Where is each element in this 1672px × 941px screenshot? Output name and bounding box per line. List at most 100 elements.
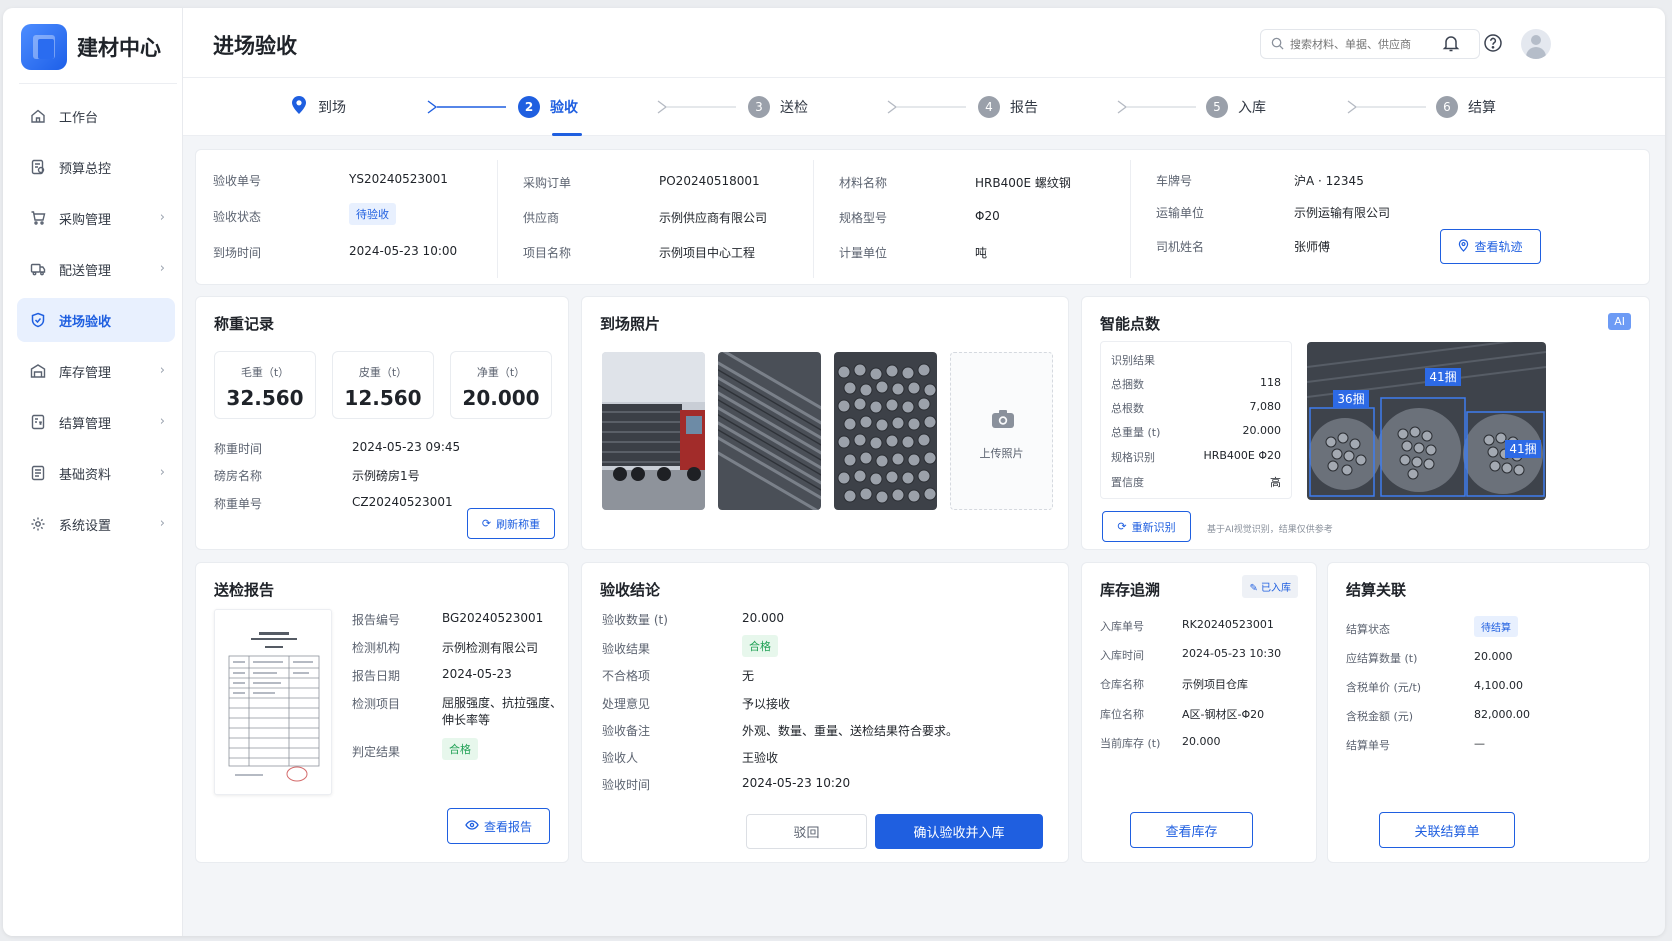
ai-badge: AI <box>1608 313 1631 330</box>
card-title: 结算关联 <box>1346 581 1407 599</box>
field-label: 验收状态 <box>213 210 262 224</box>
step-warehousing[interactable]: 5 入库 <box>1206 78 1266 136</box>
acceptance-remark: 外观、数量、重量、送检结果符合要求。 <box>742 724 959 738</box>
field-label: 称重时间 <box>214 442 263 456</box>
step-report[interactable]: 4 报告 <box>978 78 1038 136</box>
field-label: 计量单位 <box>839 246 888 260</box>
step-connector <box>1347 100 1426 114</box>
bundle-label: 41捆 <box>1429 370 1456 384</box>
field-label: 报告编号 <box>352 613 401 627</box>
sidebar-item-label: 系统设置 <box>59 518 112 534</box>
spec-model: Φ20 <box>975 209 1000 223</box>
button-label: 驳回 <box>793 826 820 841</box>
sidebar: 建材中心 工作台 预算总控 采购管理 › 配送管理 › 进场验收 库存管理 › … <box>3 8 183 936</box>
confidence: 高 <box>1270 476 1281 489</box>
step-acceptance[interactable]: 2 验收 <box>518 78 582 136</box>
chevron-right-icon: › <box>159 363 165 378</box>
warehouse-name: 示例项目仓库 <box>1182 678 1248 691</box>
tare-weight-box: 皮重（t） 12.560 <box>332 351 434 419</box>
step-number: 2 <box>518 96 540 118</box>
weigh-time: 2024-05-23 09:45 <box>352 440 461 454</box>
link-settlement-button[interactable]: 关联结算单 <box>1379 812 1515 848</box>
sidebar-item-acceptance[interactable]: 进场验收 <box>17 298 175 342</box>
truck-photo[interactable] <box>602 352 705 510</box>
card-title: 送检报告 <box>214 581 275 599</box>
sidebar-divider <box>19 83 177 84</box>
location-name: A区-钢材区-Φ20 <box>1182 708 1265 721</box>
warehouse-icon <box>29 362 47 380</box>
refresh-weight-button[interactable]: ⟳ 刷新称重 <box>467 508 555 539</box>
bundle-label: 36捆 <box>1337 392 1364 406</box>
report-thumbnail[interactable] <box>214 609 332 795</box>
view-inventory-button[interactable]: 查看库存 <box>1130 812 1253 848</box>
field-label: 运输单位 <box>1156 206 1205 220</box>
sidebar-item-inventory[interactable]: 库存管理 › <box>17 349 175 393</box>
material-name: HRB400E 螺纹钢 <box>975 176 1071 190</box>
field-label: 验收单号 <box>213 174 262 188</box>
gear-icon <box>29 515 47 533</box>
card-title: 到场照片 <box>600 315 661 333</box>
step-settlement[interactable]: 6 结算 <box>1436 78 1496 136</box>
avatar[interactable] <box>1521 29 1551 59</box>
step-label: 验收 <box>550 100 578 116</box>
app-name: 建材中心 <box>77 36 161 60</box>
sidebar-item-label: 采购管理 <box>59 212 112 228</box>
sidebar-item-label: 配送管理 <box>59 263 112 279</box>
sidebar-item-purchase[interactable]: 采购管理 › <box>17 196 175 240</box>
sidebar-item-budget[interactable]: 预算总控 <box>17 145 175 189</box>
divider <box>813 160 814 278</box>
rod-count: 7,080 <box>1249 400 1282 413</box>
step-inspection[interactable]: 3 送检 <box>748 78 808 136</box>
field-label: 称重单号 <box>214 497 263 511</box>
rebar-photo[interactable] <box>718 352 821 510</box>
field-label: 总捆数 <box>1111 378 1144 391</box>
field-label: 置信度 <box>1111 476 1144 489</box>
app-window: 建材中心 工作台 预算总控 采购管理 › 配送管理 › 进场验收 库存管理 › … <box>3 8 1665 936</box>
inspection-report-card: 送检报告 报告编号 BG20240523001 检测机构 示例检测有限公司 报告… <box>195 562 569 863</box>
step-label: 报告 <box>1010 100 1038 116</box>
field-label: 车牌号 <box>1156 174 1193 188</box>
step-arrival[interactable]: 到场 <box>290 78 346 136</box>
result-badge: 合格 <box>742 635 778 657</box>
upload-label: 上传照片 <box>979 447 1024 460</box>
accepted-quantity: 20.000 <box>742 611 784 625</box>
field-label: 含税单价 (元/t) <box>1346 681 1422 694</box>
sidebar-item-delivery[interactable]: 配送管理 › <box>17 247 175 291</box>
logo: 建材中心 <box>21 24 161 70</box>
bell-icon[interactable] <box>1440 32 1462 54</box>
step-label: 入库 <box>1238 100 1266 116</box>
sidebar-item-settings[interactable]: 系统设置 › <box>17 502 175 546</box>
sidebar-item-master-data[interactable]: 基础资料 › <box>17 451 175 495</box>
inbound-number: RK20240523001 <box>1182 618 1274 631</box>
view-track-button[interactable]: 查看轨迹 <box>1440 229 1541 264</box>
arrival-time: 2024-05-23 10:00 <box>349 244 458 258</box>
upload-photo-button[interactable]: 上传照片 <box>950 352 1053 510</box>
current-stock: 20.000 <box>1182 735 1221 748</box>
sidebar-item-settlement[interactable]: 结算管理 › <box>17 400 175 444</box>
field-label: 检测机构 <box>352 641 401 655</box>
acceptance-time: 2024-05-23 10:20 <box>742 776 851 790</box>
field-label: 检测项目 <box>352 697 401 711</box>
view-report-button[interactable]: 查看报告 <box>447 808 550 844</box>
ai-disclaimer: 基于AI视觉识别，结果仅供参考 <box>1207 525 1333 535</box>
reject-button[interactable]: 驳回 <box>746 814 867 849</box>
field-label: 总根数 <box>1111 402 1144 415</box>
re-recognize-button[interactable]: ⟳ 重新识别 <box>1102 511 1191 542</box>
help-icon[interactable] <box>1482 32 1504 54</box>
arrival-photos-card: 到场照片 上传照片 <box>581 296 1069 550</box>
inventory-trace-card: 库存追溯 ✎ 已入库 入库单号 RK20240523001 入库时间 2024-… <box>1081 562 1317 863</box>
field-label: 结算单号 <box>1346 739 1390 752</box>
confirm-acceptance-button[interactable]: 确认验收并入库 <box>875 814 1043 849</box>
step-label: 到场 <box>318 100 346 116</box>
sidebar-nav: 工作台 预算总控 采购管理 › 配送管理 › 进场验收 库存管理 › 结算管理 … <box>17 94 175 553</box>
search-icon <box>1271 35 1284 54</box>
card-title: 库存追溯 <box>1100 581 1161 599</box>
rebar-ends-photo[interactable] <box>834 352 937 510</box>
sidebar-item-workbench[interactable]: 工作台 <box>17 94 175 138</box>
field-label: 验收人 <box>602 751 639 765</box>
recognition-result-box: 识别结果 总捆数 118 总根数 7,080 总重量 (t) 20.000 规格… <box>1100 341 1292 499</box>
field-label: 含税金额 (元) <box>1346 710 1414 723</box>
purchase-order: PO20240518001 <box>659 174 760 188</box>
ai-detection-image[interactable]: 36捆 41捆 41捆 <box>1307 342 1546 500</box>
field-label: 入库单号 <box>1100 620 1144 633</box>
